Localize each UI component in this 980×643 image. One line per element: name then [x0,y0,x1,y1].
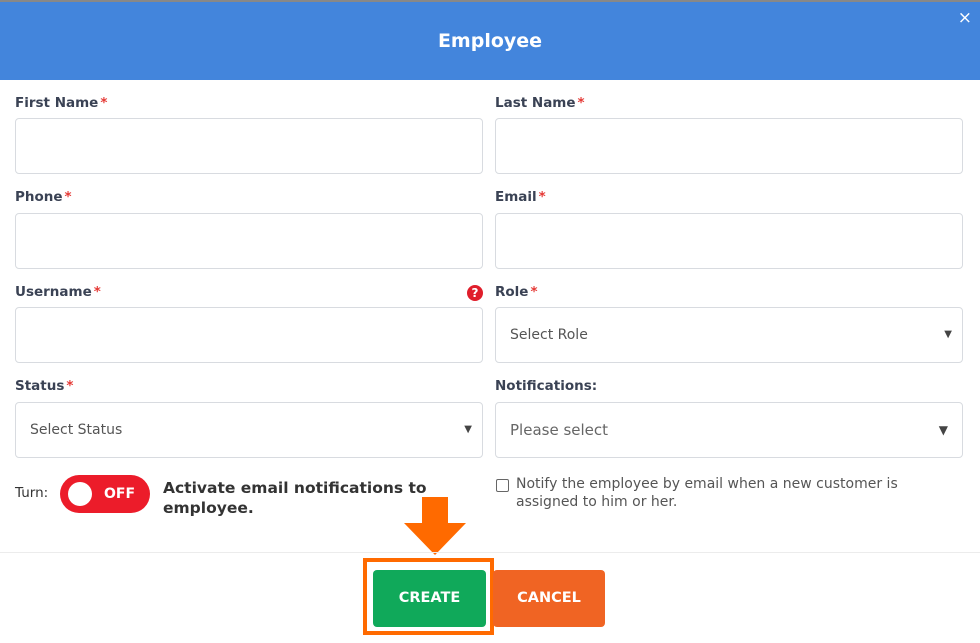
required-mark: * [64,189,72,205]
label-text: Status [15,378,65,394]
help-icon[interactable]: ? [467,285,483,301]
toggle-state: OFF [104,486,136,502]
notify-checkbox-label[interactable]: Notify the employee by email when a new … [516,475,946,511]
required-mark: * [577,95,585,111]
email-notifications-toggle[interactable]: OFF [60,475,150,513]
phone-label: Phone * [15,189,72,205]
first-name-label: First Name * [15,95,107,111]
label-text: Phone [15,189,63,205]
required-mark: * [93,284,101,300]
notifications-label: Notifications: [495,378,598,394]
status-label: Status * [15,378,73,394]
notifications-value: Please select [510,421,609,439]
email-label: Email * [495,189,546,205]
username-input[interactable] [15,307,483,363]
caret-down-icon: ▼ [944,329,952,340]
cancel-button[interactable]: CANCEL [493,570,605,627]
footer-divider [0,552,980,553]
last-name-label: Last Name * [495,95,585,111]
username-label: Username * [15,284,101,300]
label-text: Username [15,284,92,300]
label-text: First Name [15,95,99,111]
required-mark: * [66,378,74,394]
email-input[interactable] [495,213,963,269]
status-value: Select Status [30,422,123,438]
role-value: Select Role [510,327,588,343]
required-mark: * [530,284,538,300]
label-text: Email [495,189,537,205]
create-button[interactable]: CREATE [373,570,486,627]
role-select[interactable]: Select Role ▼ [495,307,963,363]
first-name-input[interactable] [15,118,483,174]
modal-header: Employee × [0,2,980,80]
label-text: Role [495,284,529,300]
status-select[interactable]: Select Status ▼ [15,402,483,458]
required-mark: * [538,189,546,205]
last-name-input[interactable] [495,118,963,174]
required-mark: * [100,95,108,111]
phone-input[interactable] [15,213,483,269]
modal-title: Employee [437,30,543,52]
turn-label: Turn: [15,485,49,501]
toggle-knob [68,482,92,506]
caret-down-icon: ▼ [464,424,472,435]
notifications-select[interactable]: Please select ▼ [495,402,963,458]
arrow-down-icon [404,497,466,555]
label-text: Last Name [495,95,576,111]
role-label: Role * [495,284,538,300]
close-icon[interactable]: × [958,8,972,28]
notify-checkbox[interactable] [496,479,509,492]
caret-down-icon: ▼ [938,423,948,437]
